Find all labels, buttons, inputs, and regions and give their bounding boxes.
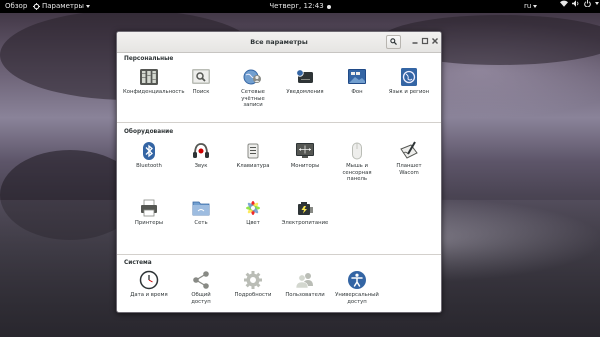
panel-notifications[interactable]: Уведомления: [279, 67, 331, 96]
panel-online-accounts[interactable]: Сетевые учётные записи: [227, 67, 279, 109]
clock-icon: [139, 270, 159, 290]
accessibility-icon: [347, 270, 367, 290]
panel-search-label: Поиск: [192, 89, 210, 95]
panel-privacy[interactable]: Конфиденциальность: [123, 67, 185, 96]
panel-background-label: Фон: [351, 89, 363, 95]
panel-users-label: Пользователи: [285, 292, 325, 298]
color-icon: [243, 198, 263, 218]
region-icon: [399, 67, 419, 87]
keyboard-layout-label: ru: [524, 2, 532, 10]
privacy-icon: [139, 67, 159, 87]
panel-power[interactable]: Электропитание: [279, 198, 331, 227]
panel-sound[interactable]: Звук: [175, 141, 227, 170]
power-icon: [295, 198, 315, 218]
panel-accessibility-label: Универсальный доступ: [335, 292, 379, 305]
power-icon: [584, 0, 591, 7]
section-title-personal: Персональные: [124, 56, 174, 62]
panel-privacy-label: Конфиденциальность: [123, 89, 185, 95]
panel-region[interactable]: Язык и регион: [383, 67, 435, 96]
panel-mouse-label: Мышь и сенсорная панель: [342, 163, 372, 182]
background-icon: [347, 67, 367, 87]
panel-bluetooth-label: Bluetooth: [136, 163, 162, 169]
sharing-icon: [191, 270, 211, 290]
clock[interactable]: Четверг, 12:43: [269, 0, 331, 13]
system-status-menu[interactable]: [560, 0, 599, 7]
panel-wacom-label: Планшет Wacom: [396, 163, 422, 176]
close-icon[interactable]: [430, 36, 440, 46]
search-button[interactable]: [386, 35, 401, 49]
notification-dot-icon: [326, 4, 331, 9]
panel-datetime-label: Дата и время: [130, 292, 168, 298]
panel-displays[interactable]: Мониторы: [279, 141, 331, 170]
panel-power-label: Электропитание: [281, 220, 329, 226]
displays-icon: [295, 141, 315, 161]
panel-sharing-label: Общий доступ: [191, 292, 211, 305]
chevron-down-icon: [533, 5, 538, 8]
keyboard-layout-indicator[interactable]: ru: [524, 0, 538, 13]
settings-window: Все параметры Персональные Конфиденциаль…: [116, 31, 442, 313]
panel-region-label: Язык и регион: [388, 89, 430, 95]
notifications-icon: [295, 67, 315, 87]
volume-icon: [572, 0, 579, 7]
wifi-icon: [560, 0, 568, 7]
section-divider: [117, 254, 441, 255]
clock-label: Четверг, 12:43: [269, 2, 324, 10]
panel-printers-label: Принтеры: [134, 220, 164, 226]
panel-mouse[interactable]: Мышь и сенсорная панель: [331, 141, 383, 183]
panel-notifications-label: Уведомления: [286, 89, 324, 95]
section-divider: [117, 122, 441, 123]
panel-users[interactable]: Пользователи: [279, 270, 331, 299]
panel-network[interactable]: Сеть: [175, 198, 227, 227]
panel-details[interactable]: Подробности: [227, 270, 279, 299]
panel-wacom[interactable]: Планшет Wacom: [383, 141, 435, 176]
section-title-system: Система: [124, 260, 152, 266]
panel-keyboard[interactable]: Клавиатура: [227, 141, 279, 170]
panel-datetime[interactable]: Дата и время: [123, 270, 175, 299]
panel-network-label: Сеть: [194, 220, 208, 226]
panel-color[interactable]: Цвет: [227, 198, 279, 227]
bluetooth-icon: [139, 141, 159, 161]
wacom-icon: [399, 141, 419, 161]
printer-icon: [139, 198, 159, 218]
window-titlebar[interactable]: Все параметры: [117, 32, 441, 53]
users-icon: [295, 270, 315, 290]
panel-sound-label: Звук: [194, 163, 208, 169]
online-accounts-icon: [243, 67, 263, 87]
panel-search[interactable]: Поиск: [175, 67, 227, 96]
panel-bluetooth[interactable]: Bluetooth: [123, 141, 175, 170]
panel-background[interactable]: Фон: [331, 67, 383, 96]
search-icon: [390, 38, 397, 45]
panel-sharing[interactable]: Общий доступ: [175, 270, 227, 305]
minimize-icon[interactable]: [410, 36, 420, 46]
keyboard-icon: [243, 141, 263, 161]
search-settings-icon: [191, 67, 211, 87]
panel-color-label: Цвет: [246, 220, 260, 226]
panel-displays-label: Мониторы: [290, 163, 320, 169]
panel-accessibility[interactable]: Универсальный доступ: [331, 270, 383, 305]
sound-icon: [191, 141, 211, 161]
panel-details-label: Подробности: [234, 292, 272, 298]
panel-online-accounts-label: Сетевые учётные записи: [241, 89, 265, 108]
panel-printers[interactable]: Принтеры: [123, 198, 175, 227]
network-icon: [191, 198, 211, 218]
chevron-down-icon: [595, 2, 599, 5]
details-icon: [243, 270, 263, 290]
maximize-icon[interactable]: [420, 36, 430, 46]
top-bar: Обзор Параметры Четверг, 12:43 ru: [0, 0, 600, 13]
mouse-icon: [347, 141, 367, 161]
section-title-hardware: Оборудование: [124, 129, 174, 135]
panel-keyboard-label: Клавиатура: [236, 163, 270, 169]
